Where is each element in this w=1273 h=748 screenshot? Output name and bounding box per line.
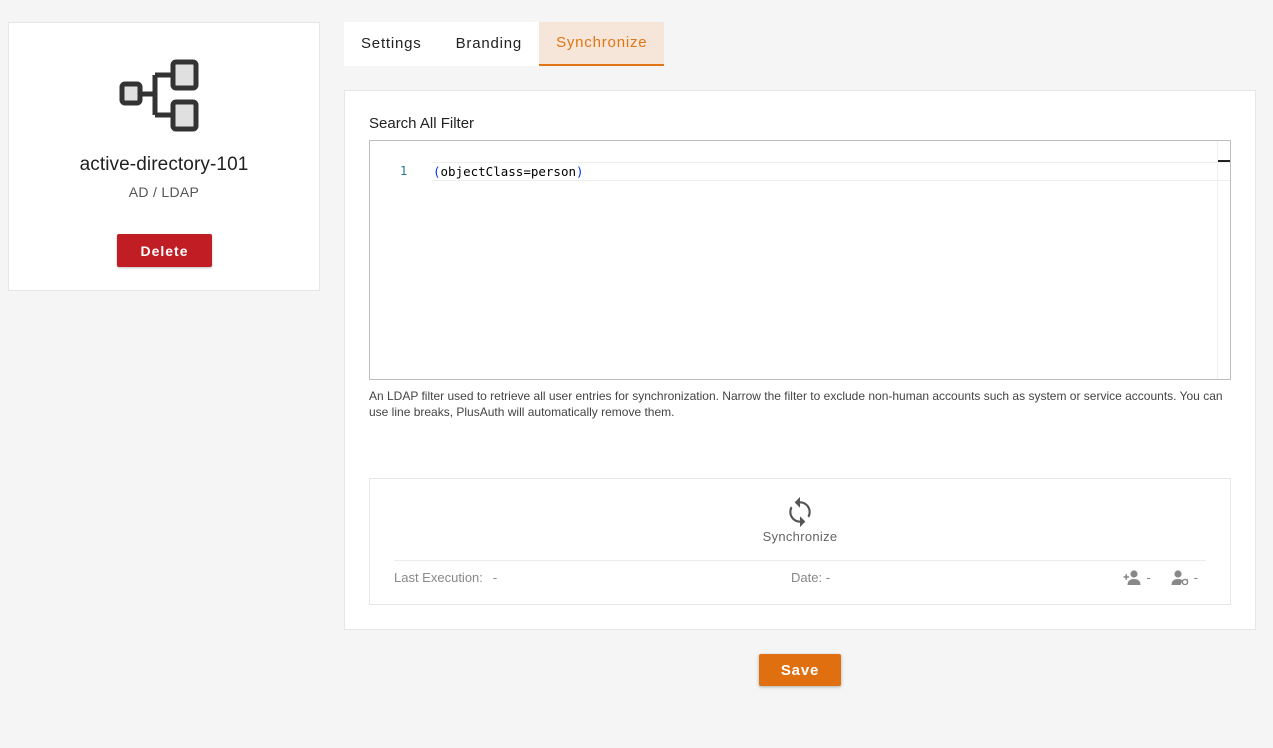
added-users-value: - xyxy=(1146,570,1151,585)
date-label: Date: xyxy=(791,570,823,585)
filter-code[interactable]: (objectClass=person) xyxy=(433,164,584,179)
hierarchy-nodes-icon xyxy=(119,59,199,132)
line-number: 1 xyxy=(400,164,408,178)
synchronize-button[interactable]: Synchronize xyxy=(750,497,850,544)
person-add-icon xyxy=(1123,570,1141,585)
removed-users-count: - xyxy=(1171,570,1198,585)
added-users-count: - xyxy=(1123,570,1151,585)
last-execution-label: Last Execution: xyxy=(394,570,483,585)
close-paren: ) xyxy=(576,164,584,179)
filter-code-editor[interactable]: 1 (objectClass=person) xyxy=(369,140,1231,380)
save-button[interactable]: Save xyxy=(759,654,841,686)
search-all-filter-label: Search All Filter xyxy=(369,115,475,132)
filter-help-text: An LDAP filter used to retrieve all user… xyxy=(369,389,1223,419)
tab-settings[interactable]: Settings xyxy=(344,22,439,66)
sync-icon xyxy=(789,497,811,527)
sync-counts: - - xyxy=(1123,570,1198,585)
connection-type: AD / LDAP xyxy=(128,184,200,200)
last-execution: Last Execution: - xyxy=(394,570,497,585)
synchronize-panel: Search All Filter 1 (objectClass=person)… xyxy=(344,90,1256,630)
sync-box: Synchronize Last Execution:- Date: - - xyxy=(369,478,1231,605)
removed-users-value: - xyxy=(1193,570,1198,585)
connection-card: active-directory-101 AD / LDAP Delete xyxy=(8,22,320,291)
sync-divider xyxy=(394,560,1206,561)
tab-bar: Settings Branding Synchronize xyxy=(344,22,665,66)
sync-status-row: Last Execution: - Date: - - - xyxy=(394,570,1206,586)
open-paren: ( xyxy=(433,164,441,179)
date-value: - xyxy=(825,570,831,585)
connection-name: active-directory-101 xyxy=(79,154,249,175)
tab-synchronize[interactable]: Synchronize xyxy=(539,22,665,66)
delete-button[interactable]: Delete xyxy=(117,234,212,267)
person-sync-icon xyxy=(1171,570,1188,585)
synchronize-label: Synchronize xyxy=(762,529,838,544)
sync-date: Date: - xyxy=(791,570,830,585)
tab-branding[interactable]: Branding xyxy=(439,22,539,66)
filter-expression: objectClass=person xyxy=(440,164,576,179)
last-execution-value: - xyxy=(492,570,498,585)
editor-scrollbar[interactable] xyxy=(1217,141,1230,379)
overview-ruler-cursor xyxy=(1218,160,1230,162)
